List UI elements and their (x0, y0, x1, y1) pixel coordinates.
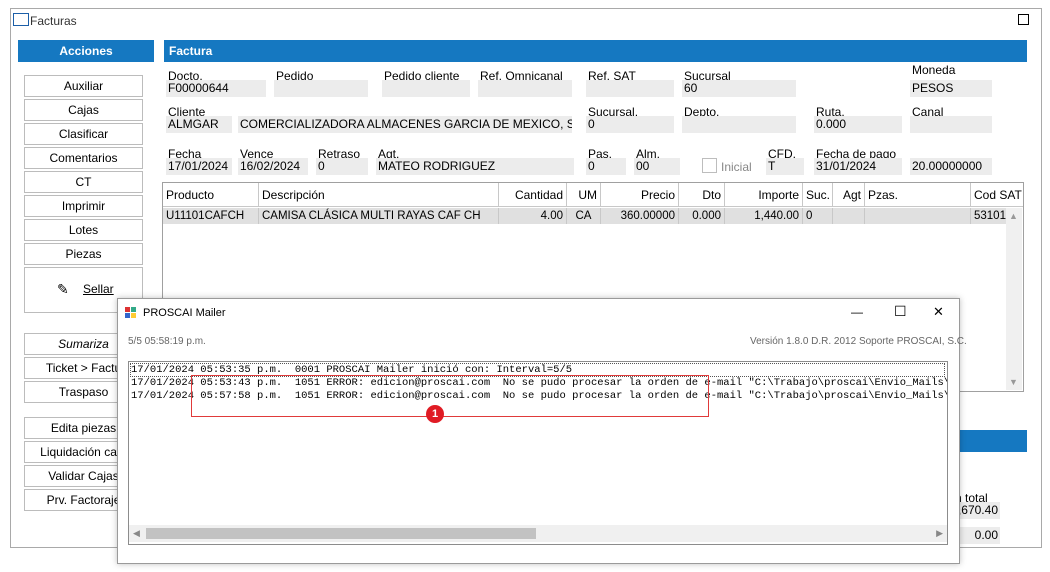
docto-field[interactable]: F00000644 (166, 80, 266, 97)
highlight-box (191, 375, 709, 417)
window-icon (13, 13, 29, 26)
canal-field[interactable] (910, 116, 992, 133)
piezas-button[interactable]: Piezas (24, 243, 143, 265)
cajas-button[interactable]: Cajas (24, 99, 143, 121)
stamp-icon: ✎ (57, 281, 69, 297)
retraso-field[interactable]: 0 (316, 158, 368, 175)
sucursal-field[interactable]: 60 (682, 80, 796, 97)
grid-scrollbar[interactable]: ▲ ▼ (1006, 208, 1022, 390)
cliente-name-field[interactable]: COMERCIALIZADORA ALMACENES GARCIA DE MEX… (238, 116, 572, 133)
window-title: Facturas (30, 14, 77, 28)
ref-omnicanal-field[interactable] (478, 80, 572, 97)
sellar-label: Sellar (83, 282, 114, 296)
moneda-label: Moneda (912, 63, 956, 77)
factura-header: Factura (164, 40, 1027, 62)
version-text: Versión 1.8.0 D.R. 2012 Soporte PROSCAI,… (750, 336, 967, 347)
ruta-field[interactable]: 0.000 (814, 116, 902, 133)
pedido-field[interactable] (274, 80, 368, 97)
mailer-window: PROSCAI Mailer — ☐ ✕ 5/5 05:58:19 p.m. V… (117, 298, 967, 564)
table-cell[interactable]: U11101CAFCH (163, 208, 259, 224)
cfd-field[interactable]: T (766, 158, 804, 175)
scroll-right-icon[interactable]: ▶ (936, 528, 943, 539)
pedido-cliente-field[interactable] (382, 80, 470, 97)
scroll-down-icon[interactable]: ▼ (1009, 377, 1018, 387)
col-cantidad[interactable]: Cantidad (499, 183, 567, 207)
table-cell[interactable] (865, 208, 971, 224)
col-producto[interactable]: Producto (163, 183, 259, 207)
col-descripcion[interactable]: Descripción (259, 183, 499, 207)
col-cod-sat[interactable]: Cod SAT (971, 183, 1023, 207)
scroll-left-icon[interactable]: ◀ (133, 528, 140, 539)
col-suc[interactable]: Suc. (803, 183, 833, 207)
mailer-title: PROSCAI Mailer (143, 307, 226, 319)
close-button[interactable]: ✕ (933, 304, 944, 320)
cliente-code-field[interactable]: ALMGAR (166, 116, 232, 133)
alm-field[interactable]: 00 (634, 158, 680, 175)
maximize-button[interactable] (1018, 14, 1029, 25)
table-cell[interactable] (833, 208, 865, 224)
log-hscrollbar[interactable]: ◀ ▶ (129, 525, 947, 542)
imprimir-button[interactable]: Imprimir (24, 195, 143, 217)
table-cell[interactable]: 0 (803, 208, 833, 224)
fecha-field[interactable]: 17/01/2024 (166, 158, 232, 175)
lotes-button[interactable]: Lotes (24, 219, 143, 241)
table-cell[interactable]: CAMISA CLÁSICA MULTI RAYAS CAF CH (259, 208, 499, 224)
pas-field[interactable]: 0 (586, 158, 626, 175)
acciones-header: Acciones (18, 40, 154, 62)
table-cell[interactable]: 53101 (971, 208, 1009, 224)
table-cell[interactable]: 0.000 (679, 208, 725, 224)
col-um[interactable]: UM (567, 183, 601, 207)
col-dto[interactable]: Dto (679, 183, 725, 207)
app-icon (125, 307, 137, 319)
table-cell[interactable]: 1,440.00 (725, 208, 803, 224)
inicial-label: Inicial (721, 160, 752, 174)
ct-button[interactable]: CT (24, 171, 143, 193)
vence-field[interactable]: 16/02/2024 (238, 158, 308, 175)
fecha-pago-field[interactable]: 31/01/2024 (814, 158, 902, 175)
status-text: 5/5 05:58:19 p.m. (128, 336, 206, 347)
minimize-button[interactable]: — (851, 305, 863, 319)
moneda-field[interactable]: PESOS (910, 80, 992, 97)
agt-field[interactable]: MATEO RODRIGUEZ (376, 158, 574, 175)
inicial-checkbox[interactable] (702, 158, 717, 173)
ref-sat-field[interactable] (586, 80, 674, 97)
scroll-up-icon[interactable]: ▲ (1009, 211, 1018, 221)
table-cell[interactable]: CA (567, 208, 601, 224)
table-cell[interactable]: 4.00 (499, 208, 567, 224)
auxiliar-button[interactable]: Auxiliar (24, 75, 143, 97)
clasificar-button[interactable]: Clasificar (24, 123, 143, 145)
maximize-button[interactable]: ☐ (894, 303, 907, 320)
depto-field[interactable] (682, 116, 796, 133)
sucursal2-field[interactable]: 0 (586, 116, 674, 133)
table-cell[interactable]: 360.00000 (601, 208, 679, 224)
scroll-thumb[interactable] (146, 528, 536, 539)
tipo-cambio-field[interactable]: 20.00000000 (910, 158, 992, 175)
annotation-badge: 1 (426, 405, 444, 423)
col-pzas[interactable]: Pzas. (865, 183, 971, 207)
comentarios-button[interactable]: Comentarios (24, 147, 143, 169)
col-agt[interactable]: Agt (833, 183, 865, 207)
col-precio[interactable]: Precio (601, 183, 679, 207)
col-importe[interactable]: Importe (725, 183, 803, 207)
